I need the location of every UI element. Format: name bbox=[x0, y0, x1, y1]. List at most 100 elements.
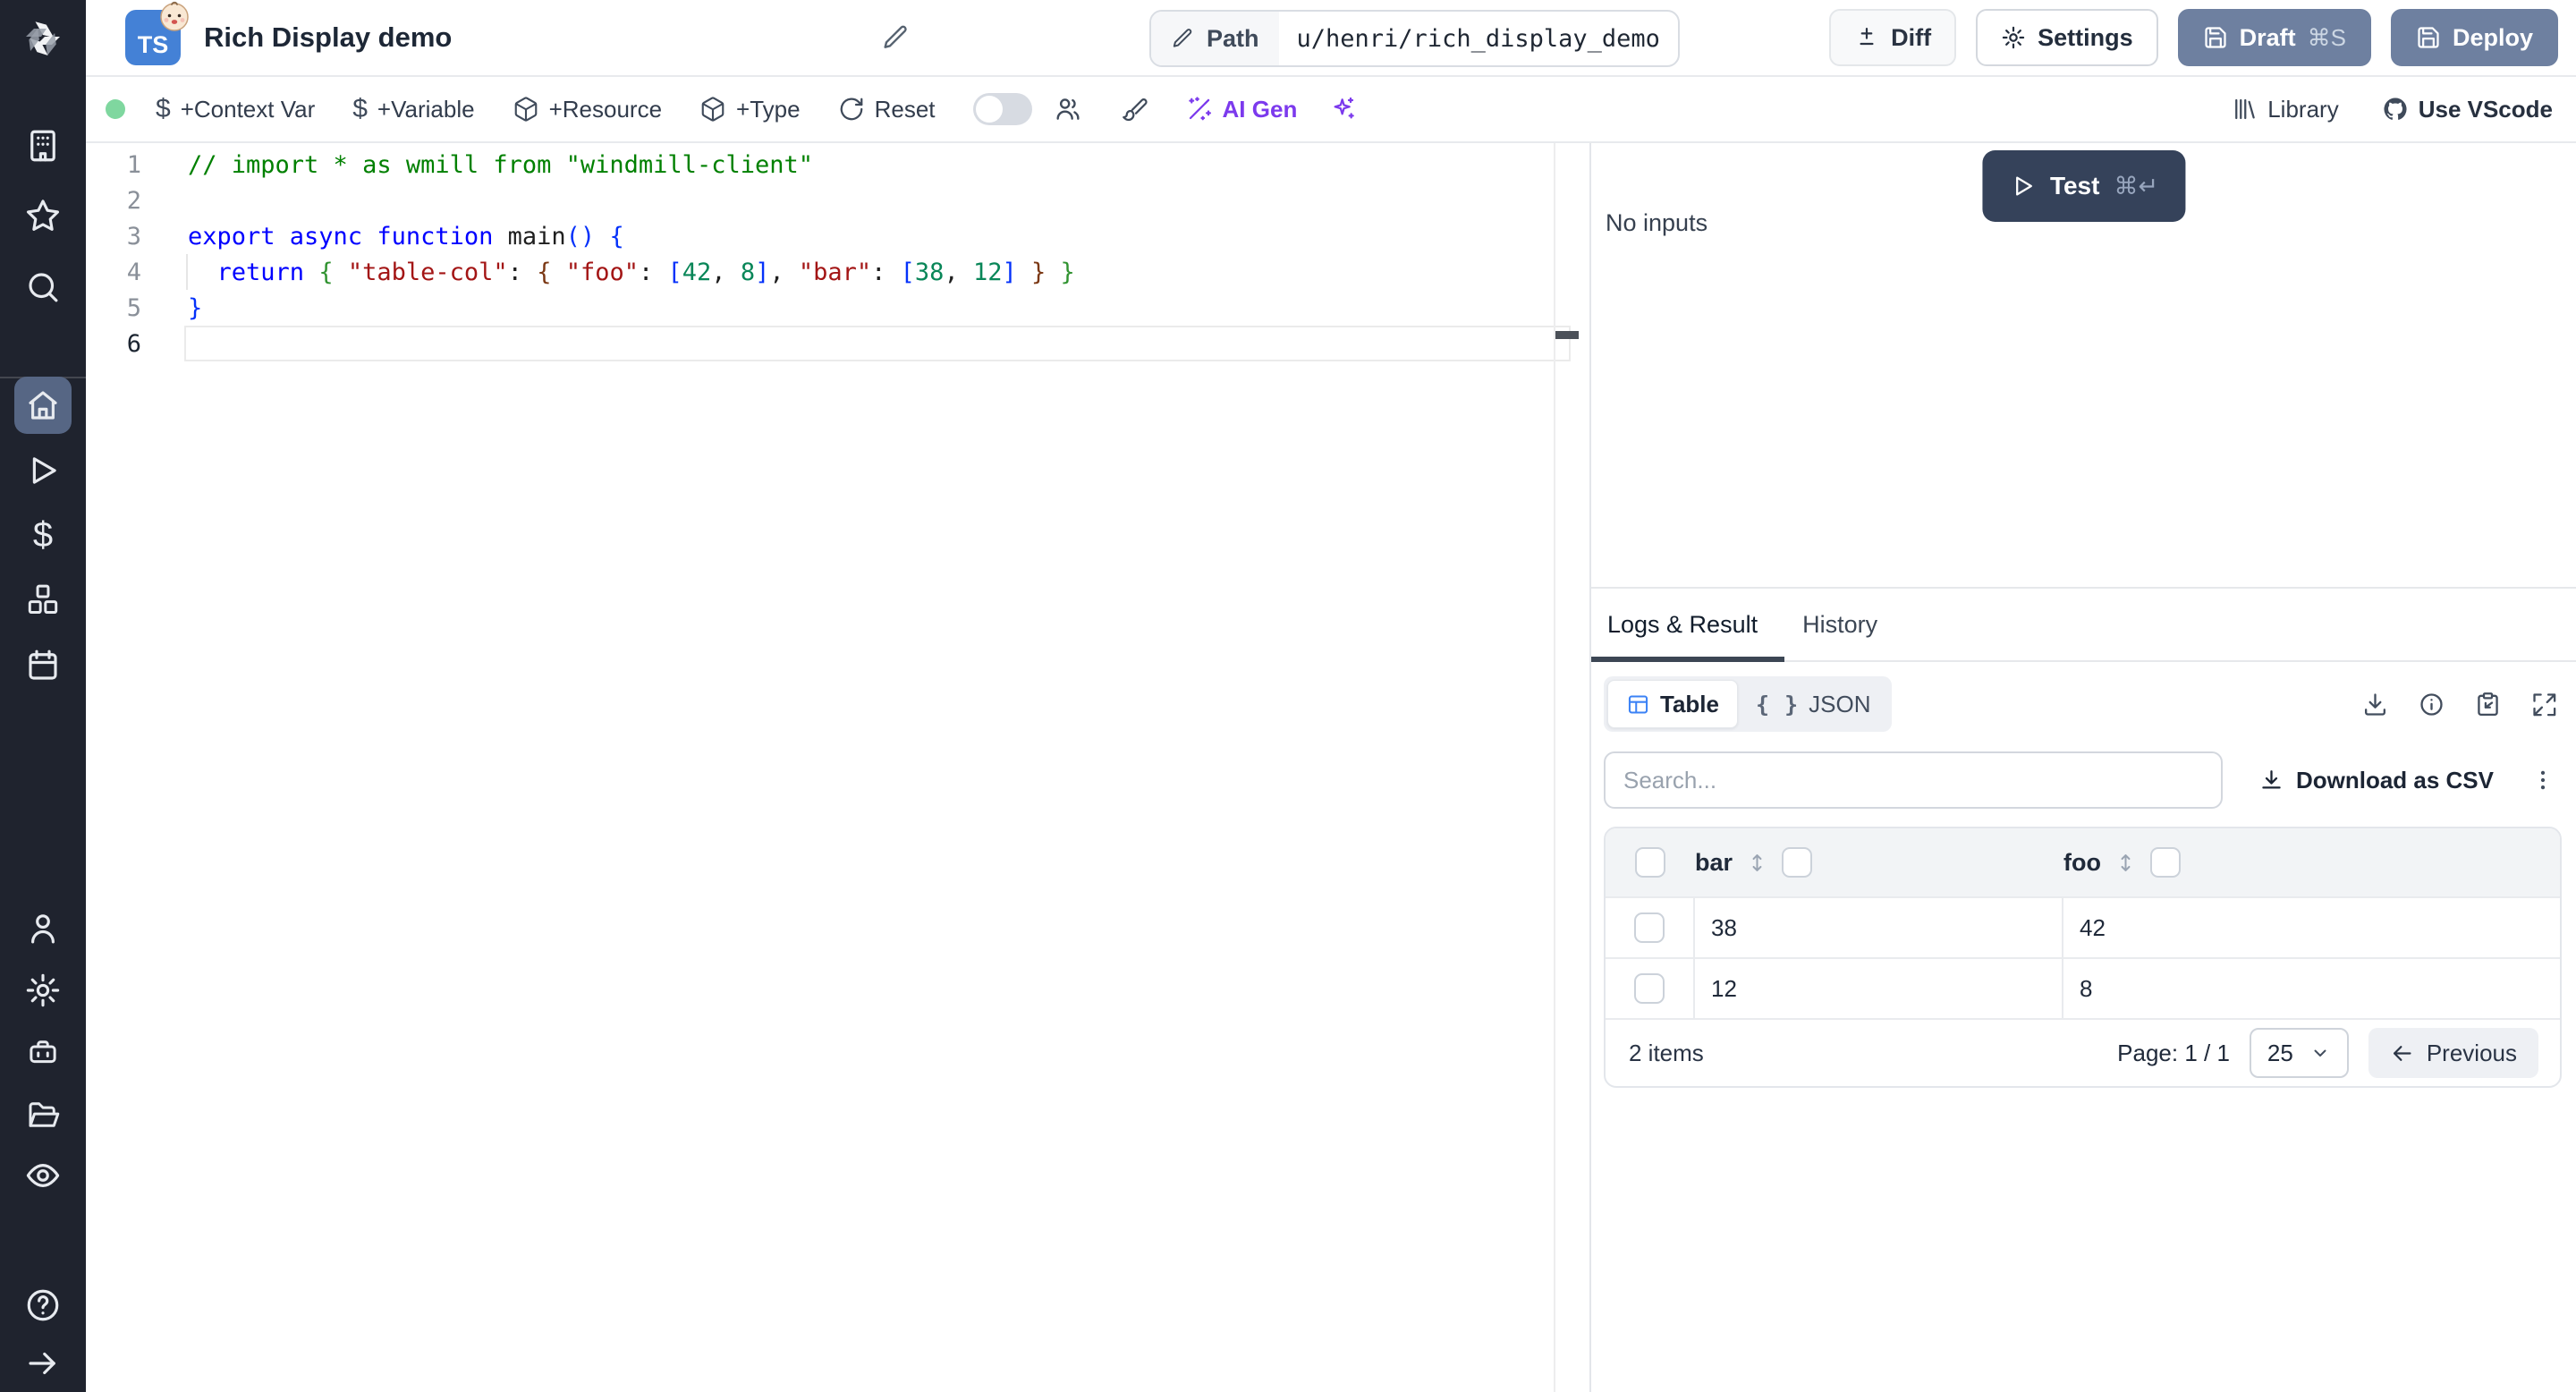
assistant-toggle[interactable] bbox=[972, 93, 1032, 125]
path-button[interactable]: Path u/henri/rich_display_demo bbox=[1149, 10, 1680, 67]
add-resource-button[interactable]: +Resource bbox=[513, 96, 662, 123]
tab-logs-and-result[interactable]: Logs & Result bbox=[1591, 611, 1775, 639]
add-type-button[interactable]: +Type bbox=[699, 96, 801, 123]
code-editor[interactable]: 1 // import * as wmill from "windmill-cli… bbox=[86, 143, 1589, 1392]
code-line[interactable]: 6 bbox=[86, 326, 1589, 361]
path-label-segment: Path bbox=[1151, 12, 1279, 65]
sidebar-item-workspace[interactable] bbox=[0, 117, 86, 174]
package-icon bbox=[701, 97, 724, 122]
row-checkbox[interactable] bbox=[1634, 973, 1665, 1004]
magic-wand-icon bbox=[1188, 97, 1211, 121]
refresh-icon bbox=[840, 98, 862, 121]
sidebar-item-users[interactable] bbox=[0, 900, 86, 957]
use-vscode-button[interactable]: Use VScode bbox=[2382, 96, 2553, 123]
sidebar-item-settings[interactable] bbox=[0, 962, 86, 1019]
sort-button[interactable] bbox=[2114, 851, 2138, 875]
more-options-button[interactable] bbox=[2529, 767, 2556, 794]
view-table-button[interactable]: Table bbox=[1607, 680, 1738, 728]
sidebar-item-resources[interactable] bbox=[0, 571, 86, 628]
previous-page-button[interactable]: Previous bbox=[2368, 1028, 2538, 1078]
row-checkbox[interactable] bbox=[1634, 912, 1665, 943]
language-badge: TS bbox=[125, 1, 189, 65]
line-number: 4 bbox=[126, 258, 141, 286]
kebab-icon bbox=[2540, 770, 2546, 790]
collaborate-button[interactable] bbox=[1054, 95, 1082, 123]
page-size-select[interactable]: 25 bbox=[2249, 1028, 2349, 1078]
sparkles-icon bbox=[1334, 97, 1355, 119]
sort-button[interactable] bbox=[1745, 851, 1769, 875]
code-line[interactable]: 4 return { "table-col": { "foo": [42, 8]… bbox=[86, 254, 1589, 290]
sidebar-item-home[interactable] bbox=[0, 377, 86, 434]
status-dot bbox=[106, 99, 125, 119]
download-csv-button[interactable]: Download as CSV bbox=[2258, 767, 2494, 794]
line-number: 6 bbox=[126, 329, 141, 358]
table-row[interactable]: 38 42 bbox=[1606, 896, 2560, 957]
column-select-checkbox[interactable] bbox=[1782, 847, 1813, 878]
star-icon bbox=[26, 199, 60, 231]
tab-history[interactable]: History bbox=[1802, 611, 1877, 639]
settings-button[interactable]: Settings bbox=[1976, 9, 2158, 66]
test-button[interactable]: Test ⌘↵ bbox=[1981, 150, 2186, 222]
sidebar-item-expand[interactable] bbox=[0, 1335, 86, 1392]
table-row[interactable]: 12 8 bbox=[1606, 957, 2560, 1018]
library-button[interactable]: Library bbox=[2231, 96, 2339, 123]
sidebar-item-runs[interactable] bbox=[0, 442, 86, 499]
sidebar-item-workers[interactable] bbox=[0, 1024, 86, 1082]
column-header-foo: foo bbox=[2063, 847, 2560, 878]
sidebar-item-help[interactable] bbox=[0, 1277, 86, 1334]
ai-gen-button[interactable]: AI Gen bbox=[1186, 96, 1297, 123]
sidebar-item-schedules[interactable] bbox=[0, 637, 86, 694]
table-search-input[interactable] bbox=[1604, 751, 2223, 809]
page-title: Rich Display demo bbox=[204, 21, 453, 53]
no-inputs-text: No inputs bbox=[1606, 209, 1708, 236]
add-variable-button[interactable]: $ +Variable bbox=[352, 94, 474, 124]
sidebar-item-search[interactable] bbox=[0, 259, 86, 316]
edit-summary-button[interactable] bbox=[881, 23, 910, 52]
save-draft-button[interactable]: Draft ⌘S bbox=[2177, 9, 2371, 66]
download-icon bbox=[2262, 769, 2281, 789]
reset-button[interactable]: Reset bbox=[838, 96, 936, 123]
info-icon[interactable] bbox=[2418, 691, 2445, 718]
code-line[interactable]: 1 // import * as wmill from "windmill-cli… bbox=[86, 147, 1589, 182]
toggle-knob bbox=[975, 96, 1003, 123]
play-icon bbox=[32, 457, 56, 484]
sidebar-item-favorites[interactable] bbox=[0, 187, 86, 244]
run-inputs-area: Test ⌘↵ No inputs bbox=[1591, 143, 2576, 587]
code-line[interactable]: 5} bbox=[86, 290, 1589, 326]
library-icon bbox=[2235, 98, 2255, 120]
result-table: bar foo 38 42 12 8 2 items Page: 1 / 1 2… bbox=[1604, 827, 2562, 1088]
expand-icon[interactable] bbox=[2530, 691, 2558, 718]
save-icon bbox=[2205, 27, 2226, 48]
help-circle-icon bbox=[27, 1289, 59, 1321]
left-sidebar: $ bbox=[0, 0, 86, 1392]
gear-icon bbox=[2002, 26, 2025, 49]
add-context-var-button[interactable]: $ +Context Var bbox=[156, 94, 315, 124]
cell-foo: 42 bbox=[2080, 913, 2106, 941]
diff-button[interactable]: Diff bbox=[1829, 9, 1957, 66]
format-code-button[interactable] bbox=[1120, 95, 1148, 123]
line-number: 1 bbox=[126, 150, 141, 179]
sidebar-item-audit-logs[interactable] bbox=[0, 1147, 86, 1204]
column-label: foo bbox=[2063, 848, 2101, 876]
view-toggle: Table { } JSON bbox=[1604, 676, 1893, 732]
download-icon[interactable] bbox=[2361, 691, 2389, 718]
baby-emoji-badge bbox=[160, 1, 189, 31]
table-icon bbox=[1628, 694, 1648, 714]
sidebar-item-folders[interactable] bbox=[0, 1086, 86, 1143]
test-shortcut: ⌘↵ bbox=[2114, 172, 2159, 199]
windmill-logo-icon[interactable] bbox=[20, 16, 66, 63]
arrow-left-icon bbox=[2393, 1045, 2411, 1061]
windmill-script-editor: $ TS Rich Display demo Path u/henri/rich… bbox=[0, 0, 2576, 1392]
select-all-checkbox[interactable] bbox=[1635, 847, 1665, 878]
column-header-bar: bar bbox=[1695, 847, 2063, 878]
code-line[interactable]: 3 export async function main() { bbox=[86, 218, 1589, 254]
code-line[interactable]: 2 bbox=[86, 182, 1589, 218]
ai-sparkles-button[interactable] bbox=[1329, 95, 1358, 123]
line-number: 5 bbox=[126, 293, 141, 322]
view-json-button[interactable]: { } JSON bbox=[1738, 680, 1889, 728]
clipboard-copy-icon[interactable] bbox=[2474, 691, 2502, 718]
deploy-button[interactable]: Deploy bbox=[2390, 9, 2558, 66]
sidebar-item-variables[interactable]: $ bbox=[0, 506, 86, 564]
cell-bar: 38 bbox=[1695, 898, 2063, 957]
column-select-checkbox[interactable] bbox=[2149, 847, 2181, 878]
